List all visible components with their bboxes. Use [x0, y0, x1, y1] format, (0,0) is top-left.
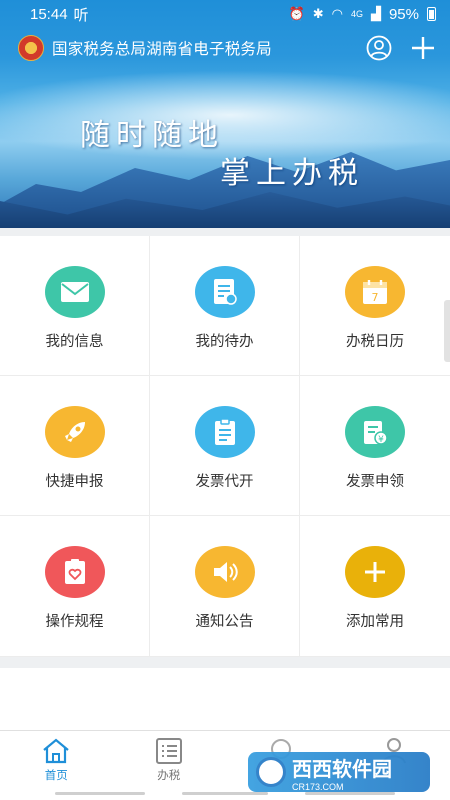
user-profile-button[interactable] — [364, 33, 394, 63]
scroll-handle[interactable] — [444, 300, 450, 362]
plus-icon — [345, 546, 405, 598]
banner-slogan-1: 随时随地 — [80, 118, 224, 153]
tab-home[interactable]: 首页 — [0, 731, 113, 800]
signal-icon: ▟ — [370, 6, 381, 21]
section-divider — [0, 657, 450, 668]
grid-item-label: 快捷申报 — [45, 474, 104, 490]
section-divider — [0, 228, 450, 236]
app-bar: 国家税务总局湖南省电子税务局 — [0, 30, 450, 66]
invoice-yuan-icon: ¥ — [345, 406, 405, 458]
wifi-icon: ◠ — [331, 6, 343, 21]
svg-text:7: 7 — [372, 291, 379, 304]
grid-item-label: 办税日历 — [346, 334, 404, 350]
plus-icon — [412, 37, 434, 59]
grid-item-my-info[interactable]: 我的信息 — [0, 236, 150, 376]
clipboard-icon — [194, 406, 255, 458]
watermark-brand: 西西软件园 — [292, 756, 392, 781]
status-carrier: 听 — [73, 6, 89, 24]
tax-emblem-icon — [18, 35, 44, 61]
status-time: 15:44 — [30, 5, 68, 23]
banner-slogan-2: 掌上办税 — [220, 156, 364, 191]
rocket-icon — [44, 406, 105, 458]
grid-item-label: 我的信息 — [45, 334, 104, 350]
envelope-icon — [44, 266, 105, 318]
grid-item-label: 通知公告 — [195, 614, 254, 630]
watermark-logo: 西西软件园 CR173.COM — [248, 752, 430, 792]
add-button[interactable] — [408, 33, 438, 63]
alarm-icon: ⏰ — [288, 6, 305, 21]
network-label: 4G — [350, 9, 363, 19]
system-nav-indicator — [305, 792, 395, 795]
svg-text:¥: ¥ — [378, 435, 384, 445]
banner: 15:44 听 ⏰ ✱ ◠ 4G ▟ 95% 国家税务总局湖南省电子税务局 随时… — [0, 0, 450, 228]
user-circle-icon — [366, 35, 392, 61]
grid-item-label: 操作规程 — [45, 614, 104, 630]
grid-item-operation-rules[interactable]: 操作规程 — [0, 516, 150, 657]
grid-item-label: 我的待办 — [195, 334, 254, 350]
system-nav-indicator — [55, 792, 145, 795]
app-title: 国家税务总局湖南省电子税务局 — [52, 41, 272, 58]
battery-percent: 95% — [388, 5, 419, 23]
heart-document-icon — [44, 546, 105, 598]
banner-haze — [0, 70, 450, 160]
todo-document-icon — [194, 266, 255, 318]
grid-item-invoice-issue[interactable]: 发票代开 — [150, 376, 300, 516]
battery-icon — [427, 7, 436, 21]
grid-item-label: 添加常用 — [346, 614, 404, 630]
bluetooth-icon: ✱ — [312, 6, 324, 21]
list-icon — [155, 738, 182, 764]
tab-label: 首页 — [44, 770, 68, 782]
function-grid: 我的信息 我的待办 7 办税日历 快捷申报 发票代开 ¥ 发票申领 操作规程 通… — [0, 236, 450, 657]
home-icon — [43, 738, 69, 764]
status-bar: 15:44 听 ⏰ ✱ ◠ 4G ▟ 95% — [0, 0, 450, 28]
grid-item-label: 发票代开 — [195, 474, 254, 490]
grid-item-quick-declare[interactable]: 快捷申报 — [0, 376, 150, 516]
speaker-icon — [194, 546, 255, 598]
tab-tax[interactable]: 办税 — [113, 731, 226, 800]
system-nav-indicator — [182, 792, 268, 795]
calendar-icon: 7 — [345, 266, 405, 318]
grid-item-tax-calendar[interactable]: 7 办税日历 — [300, 236, 450, 376]
watermark-c-icon — [256, 757, 286, 787]
grid-item-add-favorite[interactable]: 添加常用 — [300, 516, 450, 657]
grid-item-notices[interactable]: 通知公告 — [150, 516, 300, 657]
grid-item-my-todo[interactable]: 我的待办 — [150, 236, 300, 376]
grid-item-invoice-apply[interactable]: ¥ 发票申领 — [300, 376, 450, 516]
watermark-site: CR173.COM — [292, 781, 344, 792]
grid-item-label: 发票申领 — [346, 474, 404, 490]
tab-label: 办税 — [157, 770, 181, 782]
